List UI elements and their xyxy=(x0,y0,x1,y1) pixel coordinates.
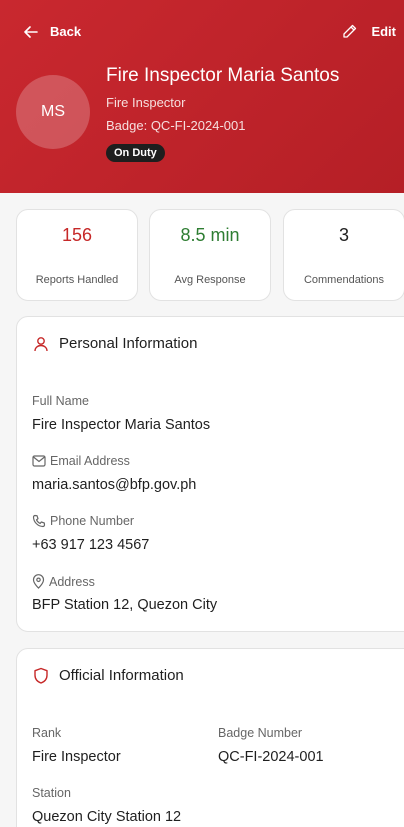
profile-role: Fire Inspector xyxy=(106,95,186,110)
stat-card-response: 8.5 min Avg Response xyxy=(149,209,271,301)
profile-badge: Badge: QC-FI-2024-001 xyxy=(106,118,246,133)
stat-card-reports: 156 Reports Handled xyxy=(16,209,138,301)
profile-header: Back Edit MS Fire Inspector Maria Santos… xyxy=(0,0,404,193)
avatar: MS xyxy=(16,75,90,149)
stat-label: Reports Handled xyxy=(35,274,119,286)
rank-label: Rank xyxy=(32,726,61,740)
map-pin-icon xyxy=(32,574,45,589)
station-label: Station xyxy=(32,786,71,800)
phone-label-text: Phone Number xyxy=(50,514,135,528)
full-name-label-text: Full Name xyxy=(32,394,89,408)
badge-number-value: QC-FI-2024-001 xyxy=(218,749,324,765)
badge-number-label: Badge Number xyxy=(218,726,302,740)
address-label: Address xyxy=(32,574,95,589)
rank-value: Fire Inspector xyxy=(32,749,121,765)
edit-label: Edit xyxy=(371,24,396,39)
stat-label: Avg Response xyxy=(174,274,246,286)
back-label: Back xyxy=(50,24,82,39)
full-name-value: Fire Inspector Maria Santos xyxy=(32,417,211,433)
card-title: Personal Information xyxy=(33,335,197,352)
pencil-icon xyxy=(343,24,357,38)
shield-icon xyxy=(34,667,48,684)
card-title: Official Information xyxy=(33,667,184,684)
email-label: Email Address xyxy=(32,454,130,468)
phone-label: Phone Number xyxy=(32,514,134,528)
official-info-card: Official Information Rank Fire Inspector… xyxy=(16,648,404,827)
address-value: BFP Station 12, Quezon City xyxy=(32,597,218,613)
stat-value: 8.5 min xyxy=(180,225,240,245)
phone-value: +63 917 123 4567 xyxy=(32,537,150,553)
rank-label-text: Rank xyxy=(32,726,62,740)
mail-icon xyxy=(32,455,46,467)
stat-label: Commendations xyxy=(303,274,385,286)
station-label-text: Station xyxy=(32,786,71,800)
station-value: Quezon City Station 12 xyxy=(32,809,182,825)
badge-number-label-text: Badge Number xyxy=(218,726,303,740)
email-label-text: Email Address xyxy=(50,454,130,468)
address-label-text: Address xyxy=(49,574,95,589)
stat-card-commendations: 3 Commendations xyxy=(283,209,404,301)
status-badge: On Duty xyxy=(106,144,165,162)
email-value: maria.santos@bfp.gov.ph xyxy=(32,477,197,493)
card-title-label: Official Information xyxy=(59,667,184,684)
profile-name: Fire Inspector Maria Santos xyxy=(106,65,340,86)
edit-button[interactable]: Edit xyxy=(342,24,396,39)
stat-value: 156 xyxy=(61,225,93,245)
personal-info-card: Personal Information Full Name Fire Insp… xyxy=(16,316,404,632)
arrow-left-icon xyxy=(24,25,38,38)
user-icon xyxy=(34,336,48,351)
card-title-label: Personal Information xyxy=(59,335,198,352)
phone-icon xyxy=(32,514,46,528)
back-button[interactable]: Back xyxy=(24,24,81,39)
full-name-label: Full Name xyxy=(32,394,89,408)
stat-value: 3 xyxy=(338,225,349,245)
